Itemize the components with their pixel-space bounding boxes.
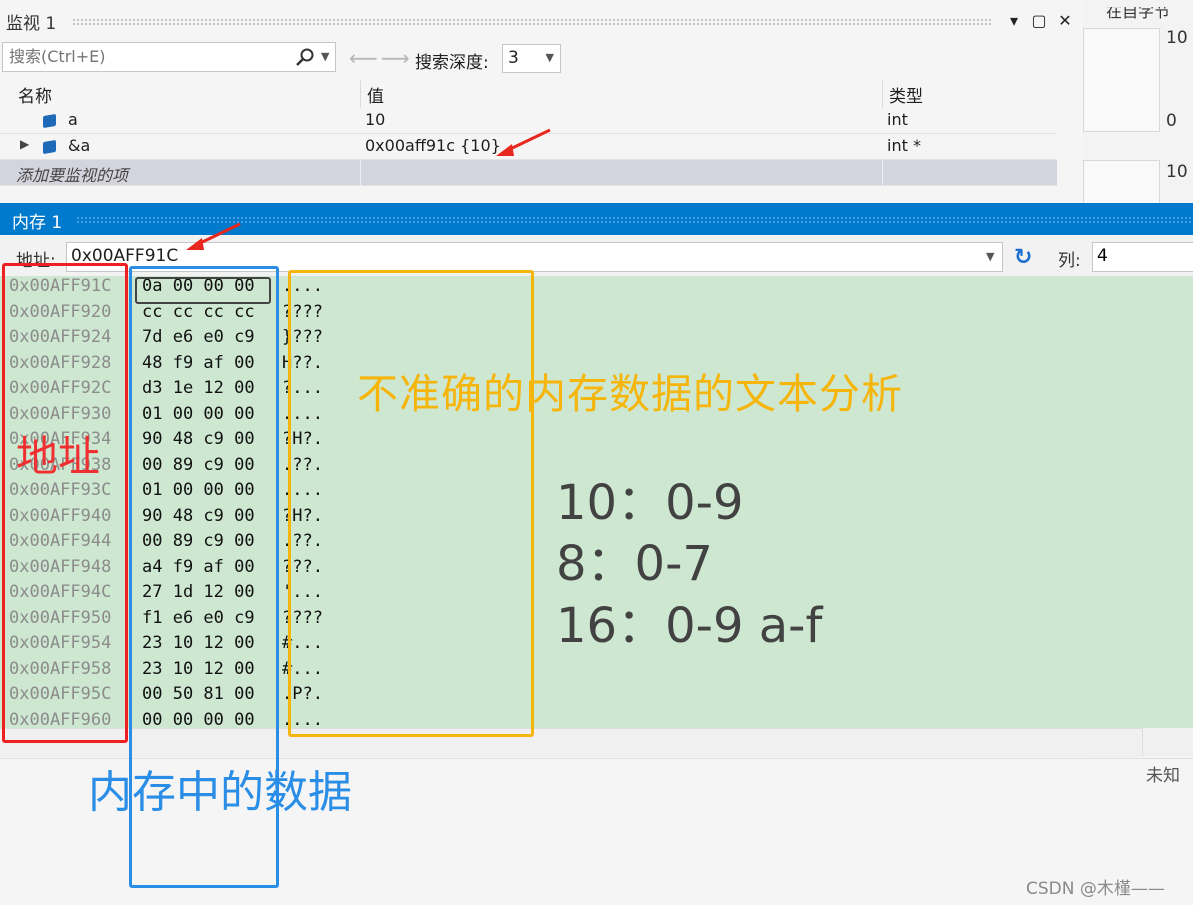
watch-row-value[interactable]: 0x00aff91c {10} — [365, 136, 501, 155]
add-watch-placeholder[interactable]: 添加要监视的项 — [16, 162, 128, 186]
watch-window: 监视 1 ▾ ▢ ✕ ▼ ⟵ ⟶ 搜索深度: 3 ▼ 名称 值 类型 a 10 … — [0, 0, 1083, 200]
column-header-value[interactable]: 值 — [361, 80, 883, 108]
radix-note: 10：0-9 — [556, 475, 744, 531]
memory-title: 内存 1 — [12, 213, 63, 233]
right-panel-number: 10 — [1166, 162, 1188, 182]
column-header-name[interactable]: 名称 — [12, 80, 361, 108]
search-icon[interactable] — [295, 47, 315, 67]
watch-titlebar: 监视 1 ▾ ▢ ✕ — [0, 6, 1083, 36]
right-panel-number: 0 — [1166, 111, 1177, 131]
watch-title: 监视 1 — [6, 14, 57, 34]
watch-row-value[interactable]: 10 — [365, 110, 385, 129]
memory-titlebar: 内存 1 — [0, 203, 1193, 235]
maximize-button[interactable]: ▢ — [1028, 10, 1050, 32]
watch-row-type: int — [887, 110, 908, 129]
radix-note: 16：0-9 a-f — [556, 598, 823, 654]
radix-note: 8：0-7 — [556, 536, 713, 592]
search-options-chevron-icon[interactable]: ▼ — [321, 50, 329, 63]
address-annotation-label: 地址 — [16, 432, 101, 481]
text-annotation-box — [288, 270, 534, 737]
watch-row-name: &a — [68, 136, 91, 155]
variable-icon — [43, 139, 56, 155]
column-header-type[interactable]: 类型 — [883, 80, 1057, 108]
search-depth-label: 搜索深度: — [415, 53, 489, 73]
search-depth-value: 3 — [508, 48, 519, 68]
search-depth-select[interactable]: 3 ▼ — [502, 44, 561, 73]
watch-row-name: a — [68, 110, 78, 129]
titlebar-grip[interactable] — [72, 18, 992, 26]
right-panel-box — [1083, 28, 1160, 132]
close-button[interactable]: ✕ — [1054, 10, 1076, 32]
column-input[interactable] — [1093, 243, 1187, 269]
data-annotation-label: 内存中的数据 — [88, 767, 352, 818]
arrow-left-icon[interactable]: ⟵ — [349, 46, 378, 70]
column-divider — [360, 160, 361, 186]
chevron-down-icon[interactable]: ▼ — [986, 250, 994, 263]
right-panel-box — [1083, 160, 1160, 204]
text-annotation-label: 不准确的内存数据的文本分析 — [357, 370, 903, 418]
watch-search-box[interactable]: ▼ — [2, 42, 336, 72]
pointer-arrow-icon — [186, 222, 241, 250]
right-panel-number: 10 — [1166, 28, 1188, 48]
refresh-icon[interactable]: ↻ — [1014, 245, 1032, 270]
column-divider — [882, 160, 883, 186]
arrow-right-icon[interactable]: ⟶ — [381, 46, 410, 70]
memory-footer — [1142, 728, 1193, 756]
watch-row-type: int * — [887, 136, 921, 155]
column-label: 列: — [1058, 251, 1081, 271]
search-input[interactable] — [3, 43, 269, 69]
pointer-arrow-icon — [496, 128, 551, 156]
window-dropdown-button[interactable]: ▾ — [1003, 10, 1025, 32]
expand-triangle-icon[interactable]: ▶ — [20, 137, 29, 151]
chevron-down-icon: ▼ — [545, 51, 554, 64]
address-annotation-box — [2, 263, 128, 743]
watermark: CSDN @木槿—— — [1026, 879, 1165, 899]
variable-icon — [43, 113, 56, 129]
column-box[interactable] — [1092, 242, 1193, 272]
status-unknown: 未知 — [1146, 766, 1180, 786]
add-watch-row[interactable]: 添加要监视的项 — [0, 160, 1057, 186]
